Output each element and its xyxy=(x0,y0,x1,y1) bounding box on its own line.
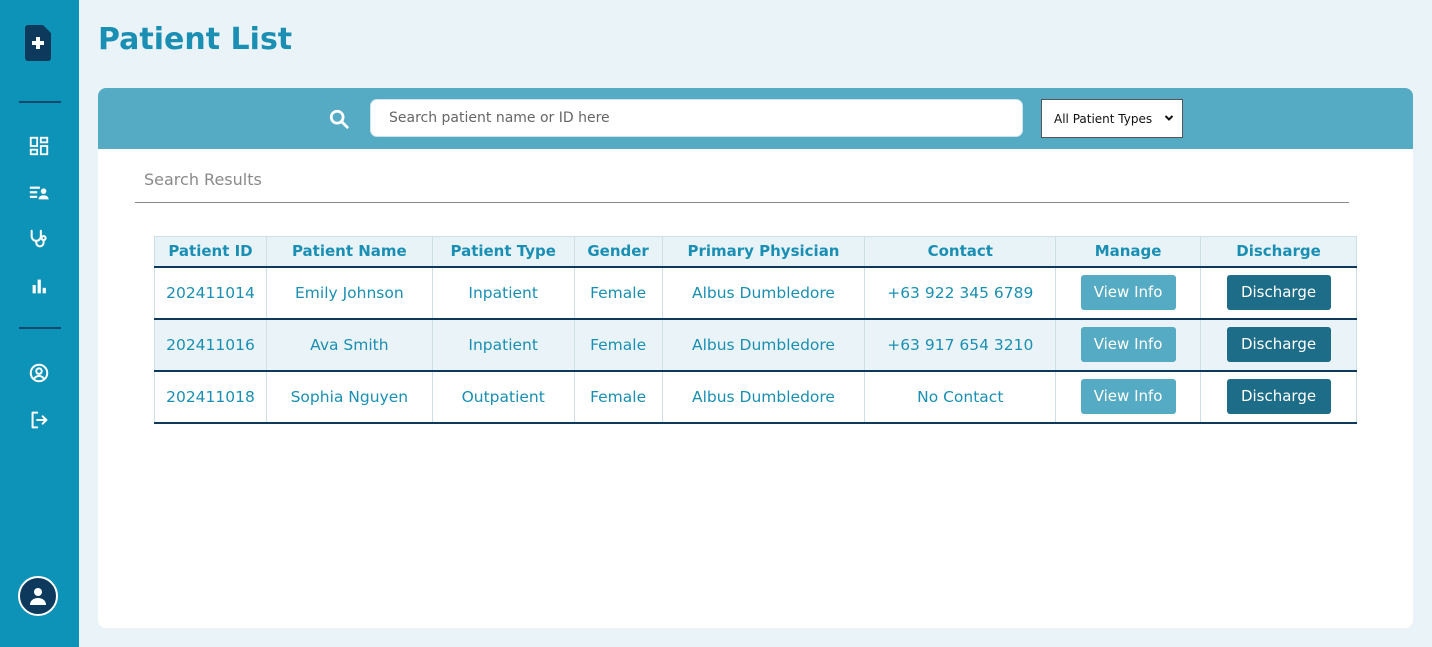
patient-name-cell: Sophia Nguyen xyxy=(265,370,433,424)
table-row: 202411014 Emily Johnson Inpatient Female… xyxy=(154,266,1357,320)
search-results-label: Search Results xyxy=(144,170,262,189)
view-info-button[interactable]: View Info xyxy=(1080,379,1176,414)
discharge-button[interactable]: Discharge xyxy=(1226,327,1331,362)
patient-list-icon[interactable] xyxy=(27,181,51,205)
column-header-patient-name: Patient Name xyxy=(265,236,433,268)
medical-file-plus-icon[interactable] xyxy=(25,25,51,61)
contact-cell: +63 922 345 6789 xyxy=(864,266,1057,320)
table-header-row: Patient ID Patient Name Patient Type Gen… xyxy=(154,236,1357,268)
column-header-manage: Manage xyxy=(1055,236,1202,268)
sidebar-divider xyxy=(19,327,61,329)
sidebar xyxy=(0,0,79,647)
physician-cell: Albus Dumbledore xyxy=(661,318,866,372)
patient-table: Patient ID Patient Name Patient Type Gen… xyxy=(154,236,1357,424)
discharge-cell: Discharge xyxy=(1200,318,1357,372)
contact-cell: No Contact xyxy=(864,370,1057,424)
logout-icon[interactable] xyxy=(27,408,51,432)
gender-cell: Female xyxy=(573,266,663,320)
patient-type-cell: Inpatient xyxy=(431,318,575,372)
sidebar-divider xyxy=(19,101,61,103)
discharge-button[interactable]: Discharge xyxy=(1226,275,1331,310)
discharge-cell: Discharge xyxy=(1200,266,1357,320)
discharge-cell: Discharge xyxy=(1200,370,1357,424)
column-header-patient-type: Patient Type xyxy=(431,236,575,268)
column-header-discharge: Discharge xyxy=(1200,236,1357,268)
search-input[interactable] xyxy=(370,99,1023,137)
manage-cell: View Info xyxy=(1055,266,1202,320)
page-title: Patient List xyxy=(98,22,293,57)
gender-cell: Female xyxy=(573,370,663,424)
column-header-contact: Contact xyxy=(864,236,1057,268)
stethoscope-icon[interactable] xyxy=(27,227,51,251)
patient-id-cell: 202411014 xyxy=(154,266,267,320)
contact-cell: +63 917 654 3210 xyxy=(864,318,1057,372)
patient-id-cell: 202411016 xyxy=(154,318,267,372)
dashboard-icon[interactable] xyxy=(27,134,51,158)
column-header-gender: Gender xyxy=(573,236,663,268)
view-info-button[interactable]: View Info xyxy=(1080,275,1176,310)
column-header-primary-physician: Primary Physician xyxy=(661,236,866,268)
discharge-button[interactable]: Discharge xyxy=(1226,379,1331,414)
patient-name-cell: Emily Johnson xyxy=(265,266,433,320)
physician-cell: Albus Dumbledore xyxy=(661,266,866,320)
patient-type-select-value: All Patient Types xyxy=(1054,111,1153,126)
physician-cell: Albus Dumbledore xyxy=(661,370,866,424)
table-row: 202411016 Ava Smith Inpatient Female Alb… xyxy=(154,318,1357,372)
patient-name-cell: Ava Smith xyxy=(265,318,433,372)
patient-type-cell: Outpatient xyxy=(431,370,575,424)
search-icon[interactable] xyxy=(328,108,350,130)
patient-type-select[interactable]: All Patient Types xyxy=(1041,99,1183,138)
patient-id-cell: 202411018 xyxy=(154,370,267,424)
view-info-button[interactable]: View Info xyxy=(1080,327,1176,362)
user-circle-icon[interactable] xyxy=(27,361,51,385)
chevron-down-icon xyxy=(1164,115,1174,121)
gender-cell: Female xyxy=(573,318,663,372)
results-divider xyxy=(135,202,1349,203)
user-avatar-icon[interactable] xyxy=(18,576,58,616)
bar-chart-icon[interactable] xyxy=(27,274,51,298)
manage-cell: View Info xyxy=(1055,318,1202,372)
table-row: 202411018 Sophia Nguyen Outpatient Femal… xyxy=(154,370,1357,424)
patient-type-cell: Inpatient xyxy=(431,266,575,320)
column-header-patient-id: Patient ID xyxy=(154,236,267,268)
manage-cell: View Info xyxy=(1055,370,1202,424)
